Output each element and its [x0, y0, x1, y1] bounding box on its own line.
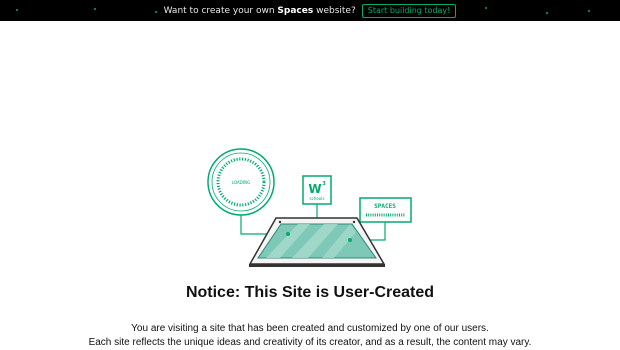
notice-description: You are visiting a site that has been cr… [0, 322, 620, 350]
spaces-label: SPACES [374, 203, 396, 210]
spaces-card-icon: SPACES [359, 197, 412, 223]
spaces-illustration: LOADING W 3 schools SPACES [207, 148, 412, 267]
loading-label: LOADING [232, 180, 250, 185]
notice-line-1: You are visiting a site that has been cr… [131, 323, 489, 334]
notice-line-2: Each site reflects the unique ideas and … [88, 337, 532, 348]
page-title: Notice: This Site is User-Created [185, 284, 435, 301]
w3-label: W [308, 182, 321, 196]
sparkle-icon [155, 11, 157, 13]
sparkle-icon [485, 7, 487, 9]
promo-highlight: Spaces [277, 5, 314, 16]
promo-text: Want to create your own Spaces website? [164, 6, 356, 16]
sparkle-icon [588, 10, 590, 12]
promo-suffix: website? [316, 5, 356, 16]
sparkle-icon [94, 8, 96, 10]
tablet-device-icon [248, 217, 386, 267]
sparkle-icon [16, 9, 18, 11]
start-building-button[interactable]: Start building today! [361, 3, 457, 18]
sparkle-icon [546, 12, 548, 14]
w3schools-logo-icon: W 3 schools [302, 175, 332, 205]
promo-banner: Want to create your own Spaces website? … [0, 0, 620, 21]
w3-caption: schools [310, 196, 325, 201]
w3-superscript: 3 [322, 181, 326, 187]
promo-prefix: Want to create your own [163, 5, 275, 16]
loading-circle-icon: LOADING [207, 148, 275, 216]
